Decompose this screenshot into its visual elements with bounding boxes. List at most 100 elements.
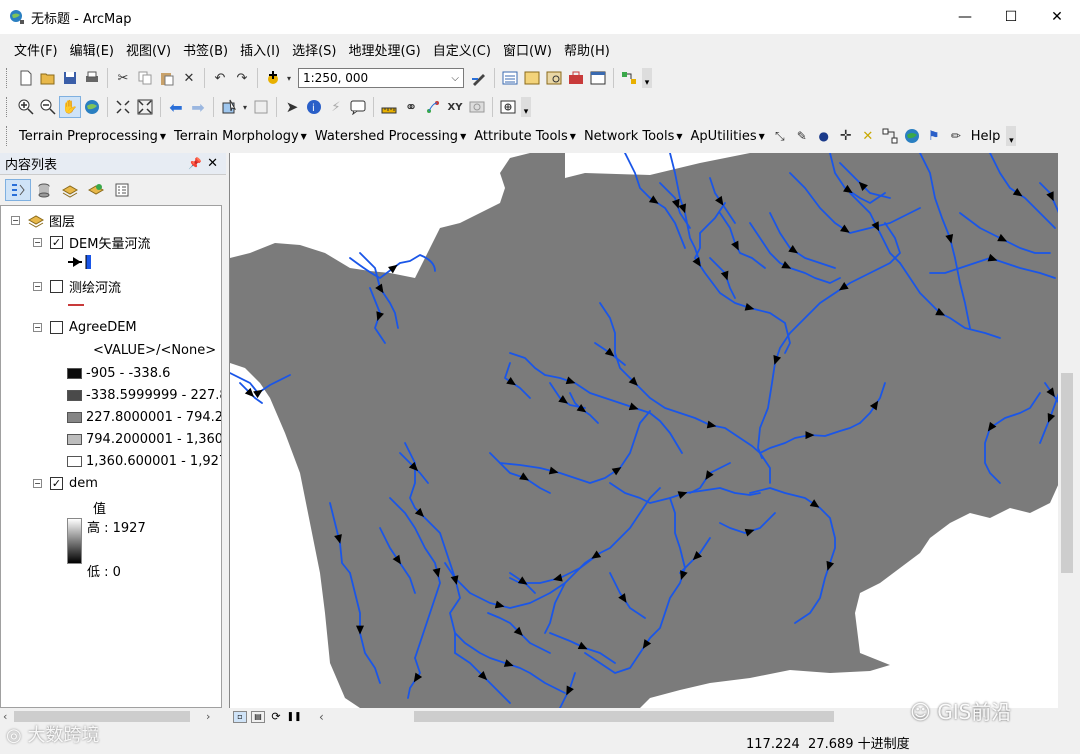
trace-cross-icon[interactable]: ✛ [835, 125, 857, 147]
search-window-icon[interactable] [543, 67, 565, 89]
add-data-dropdown-icon[interactable]: ▾ [284, 67, 294, 89]
viewer-window-icon[interactable] [497, 96, 519, 118]
layers-root[interactable]: − 图层 [11, 211, 75, 230]
undo-icon[interactable]: ↶ [209, 67, 231, 89]
fixed-zoom-out-icon[interactable] [134, 96, 156, 118]
pause-drawing-icon[interactable]: ❚❚ [286, 711, 301, 723]
redo-icon[interactable]: ↷ [231, 67, 253, 89]
identify-icon[interactable]: i [303, 96, 325, 118]
time-slider-icon[interactable] [466, 96, 488, 118]
menu-windows[interactable]: 窗口(W) [497, 40, 558, 59]
layer-agreedem[interactable]: − AgreeDEM [33, 320, 137, 335]
menu-bookmarks[interactable]: 书签(B) [177, 40, 234, 59]
delete-icon[interactable]: ✕ [178, 67, 200, 89]
select-elements-arrow-icon[interactable]: ➤ [281, 96, 303, 118]
copy-icon[interactable] [134, 67, 156, 89]
menu-attribute-tools[interactable]: Attribute Tools ▼ [470, 129, 580, 144]
menu-file[interactable]: 文件(F) [8, 40, 64, 59]
pan-hand-icon[interactable]: ✋ [59, 96, 81, 118]
hyperlink-bolt-icon[interactable]: ⚡ [325, 96, 347, 118]
maximize-button[interactable]: ☐ [988, 0, 1034, 34]
paste-icon[interactable] [156, 67, 178, 89]
menu-insert[interactable]: 插入(I) [234, 40, 286, 59]
add-data-icon[interactable] [262, 67, 284, 89]
editor-toolbar-icon[interactable] [468, 67, 490, 89]
scroll-left-icon[interactable]: ‹ [319, 710, 324, 724]
menu-help[interactable]: 帮助(H) [558, 40, 616, 59]
layer-survey-rivers[interactable]: − 测绘河流 [33, 277, 121, 296]
select-dropdown-icon[interactable]: ▾ [240, 96, 250, 118]
map-vertical-scrollbar[interactable] [1058, 153, 1076, 708]
map-view[interactable] [229, 153, 1058, 708]
scrollbar-thumb[interactable] [1061, 373, 1073, 573]
flow-path-tracing-icon[interactable]: ⤡ [769, 125, 791, 147]
menu-view[interactable]: 视图(V) [120, 40, 177, 59]
fixed-zoom-in-icon[interactable] [112, 96, 134, 118]
toolbar-grip[interactable] [6, 126, 9, 146]
layer-dem-vector-rivers[interactable]: − ✓ DEM矢量河流 [33, 233, 150, 252]
save-icon[interactable] [59, 67, 81, 89]
chevron-down-icon[interactable]: ⌵ [451, 73, 459, 84]
go-forward-arrow-icon[interactable]: ➡ [187, 96, 209, 118]
scroll-right-icon[interactable]: › [206, 710, 210, 723]
toolbar-options-icon[interactable]: ▾ [1006, 126, 1017, 146]
catalog-icon[interactable] [521, 67, 543, 89]
layer-visibility-checkbox[interactable] [50, 321, 63, 334]
collapse-icon[interactable]: − [11, 216, 20, 225]
clear-flags-x-icon[interactable]: ✕ [857, 125, 879, 147]
collapse-icon[interactable]: − [33, 238, 42, 247]
refresh-icon[interactable]: ⟳ [269, 710, 283, 723]
list-by-visibility-icon[interactable] [57, 179, 83, 201]
map-scale-combobox[interactable]: 1:250, 000 ⌵ [298, 68, 464, 88]
html-popup-icon[interactable] [347, 96, 369, 118]
data-view-button[interactable]: ▫ [233, 710, 247, 723]
python-window-icon[interactable] [587, 67, 609, 89]
measure-ruler-icon[interactable] [378, 96, 400, 118]
toolbar-grip[interactable] [6, 97, 9, 117]
minimize-button[interactable]: — [942, 0, 988, 34]
list-by-selection-icon[interactable] [83, 179, 109, 201]
layer-visibility-checkbox[interactable]: ✓ [50, 477, 63, 490]
go-back-arrow-icon[interactable]: ⬅ [165, 96, 187, 118]
collapse-icon[interactable]: − [33, 282, 42, 291]
menu-aputilities[interactable]: ApUtilities ▼ [687, 129, 769, 144]
full-extent-globe-icon[interactable] [81, 96, 103, 118]
close-icon[interactable]: ✕ [207, 156, 218, 171]
menu-watershed-processing[interactable]: Watershed Processing ▼ [311, 129, 470, 144]
point-delineation-icon[interactable]: ✎ [791, 125, 813, 147]
arctoolbox-icon[interactable] [565, 67, 587, 89]
toolbar-options-icon[interactable]: ▾ [521, 97, 531, 117]
zoom-out-icon[interactable] [37, 96, 59, 118]
pin-icon[interactable]: 📌 [188, 157, 202, 170]
pencil-icon[interactable]: ✏ [945, 125, 967, 147]
menu-selection[interactable]: 选择(S) [286, 40, 342, 59]
list-by-drawing-order-icon[interactable] [5, 179, 31, 201]
menu-geoprocessing[interactable]: 地理处理(G) [342, 40, 426, 59]
table-of-contents-icon[interactable] [499, 67, 521, 89]
layer-dem[interactable]: − ✓ dem [33, 476, 98, 491]
options-icon[interactable] [109, 179, 135, 201]
map-canvas[interactable] [230, 153, 1058, 708]
select-features-icon[interactable] [218, 96, 240, 118]
toolbar-options-icon[interactable]: ▾ [642, 68, 652, 88]
modelbuilder-icon[interactable] [618, 67, 640, 89]
open-folder-icon[interactable] [37, 67, 59, 89]
network-schema-icon[interactable] [879, 125, 901, 147]
globe-download-icon[interactable] [901, 125, 923, 147]
menu-customize[interactable]: 自定义(C) [427, 40, 497, 59]
layer-visibility-checkbox[interactable]: ✓ [50, 236, 63, 249]
list-by-source-icon[interactable] [31, 179, 57, 201]
menu-network-tools[interactable]: Network Tools ▼ [580, 129, 687, 144]
find-binoculars-icon[interactable]: ⚭ [400, 96, 422, 118]
scrollbar-thumb[interactable] [414, 711, 834, 722]
collapse-icon[interactable]: − [33, 323, 42, 332]
batch-point-icon[interactable]: ● [813, 125, 835, 147]
new-document-icon[interactable] [15, 67, 37, 89]
zoom-in-icon[interactable] [15, 96, 37, 118]
layout-view-button[interactable]: ▤ [251, 710, 265, 723]
cut-icon[interactable]: ✂ [112, 67, 134, 89]
print-icon[interactable] [81, 67, 103, 89]
go-to-xy-icon[interactable]: XY [444, 96, 466, 118]
clear-selection-icon[interactable] [250, 96, 272, 118]
collapse-icon[interactable]: − [33, 479, 42, 488]
